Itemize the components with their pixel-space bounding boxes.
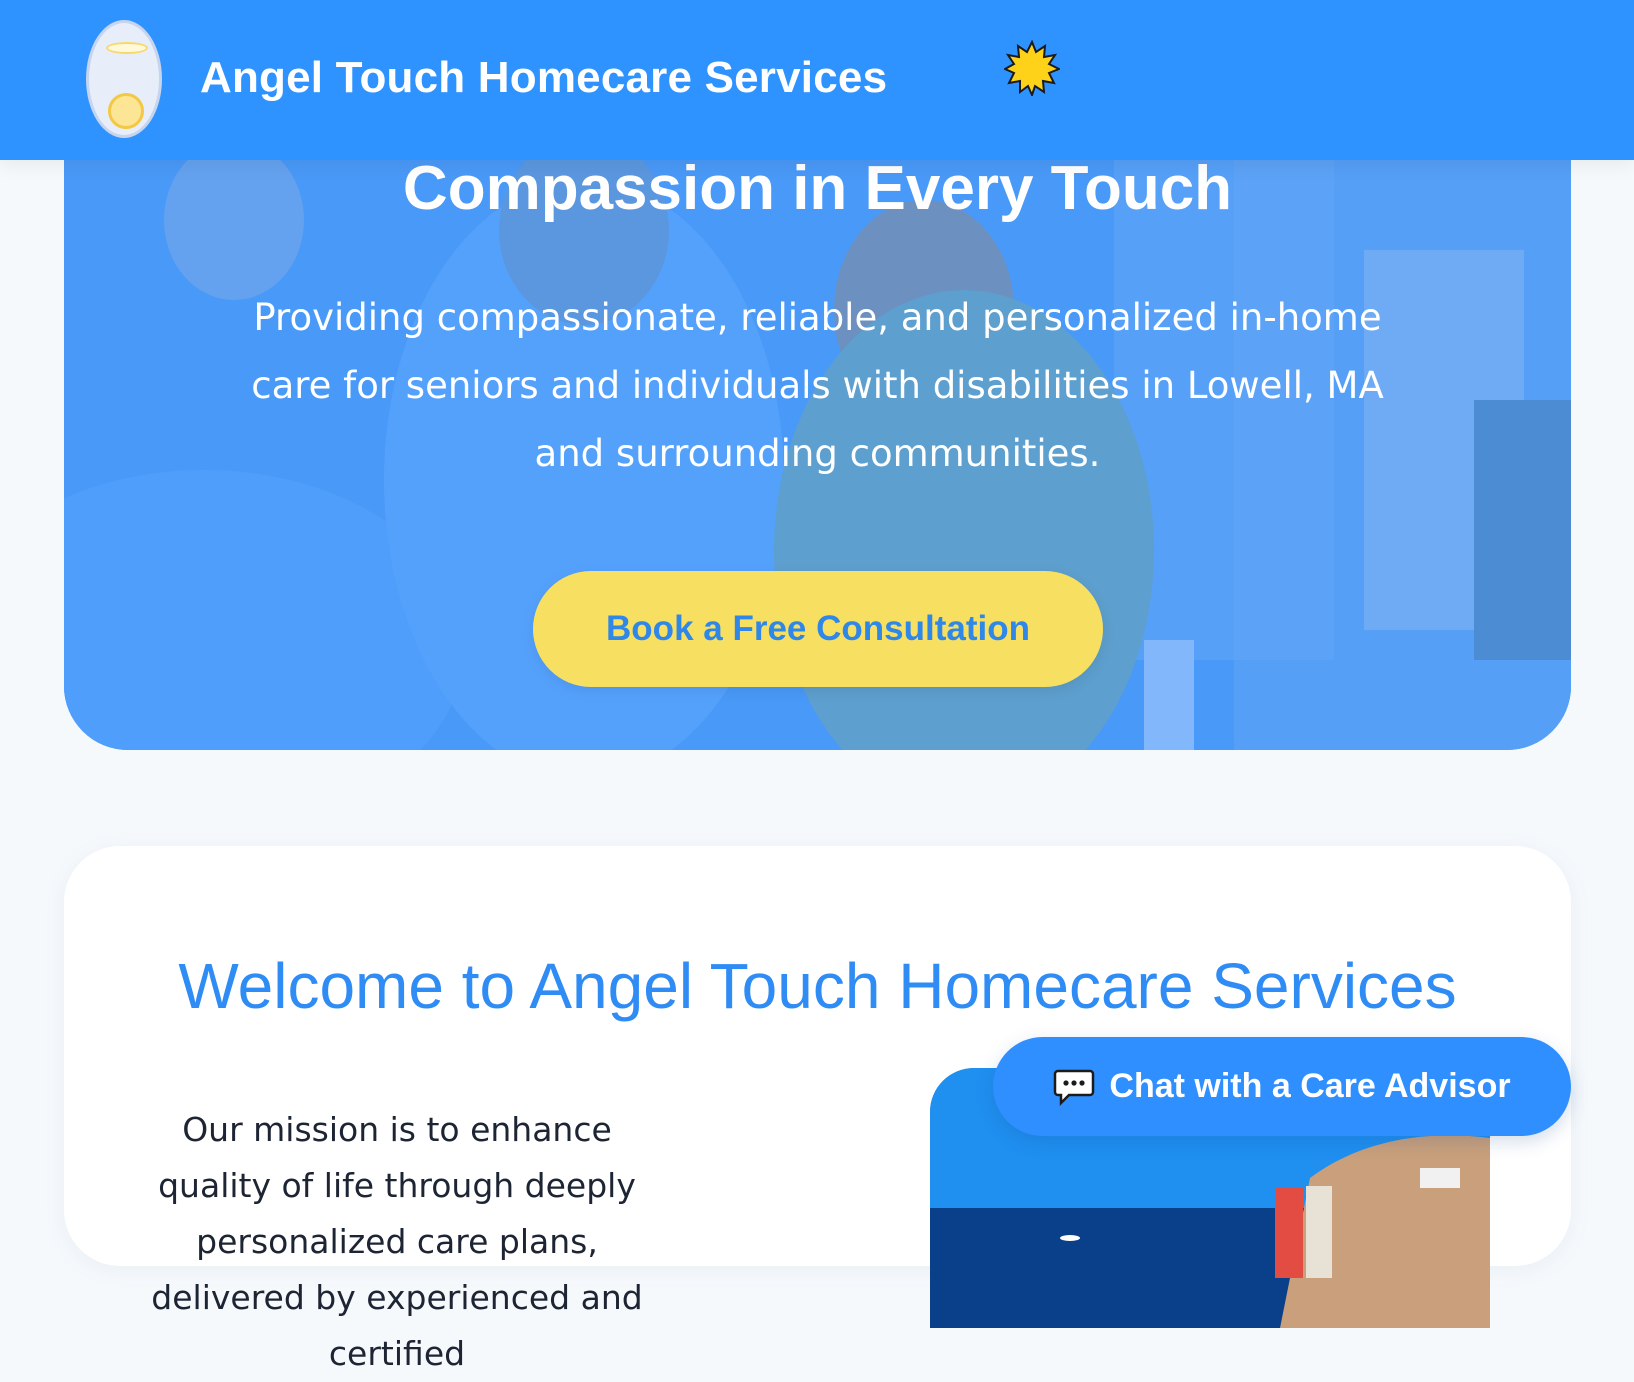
chat-with-advisor-button[interactable]: Chat with a Care Advisor: [993, 1037, 1571, 1136]
chat-button-label: Chat with a Care Advisor: [1109, 1067, 1511, 1105]
angel-logo-icon[interactable]: [86, 20, 162, 138]
brand-title[interactable]: Angel Touch Homecare Services: [200, 48, 887, 108]
mission-text: Our mission is to enhance quality of lif…: [151, 1110, 643, 1373]
hero-section: Compassion in Every Touch Providing comp…: [64, 100, 1571, 750]
book-consultation-button[interactable]: Book a Free Consultation: [533, 571, 1103, 687]
chat-bubble-icon: [1054, 1069, 1095, 1106]
welcome-heading: Welcome to Angel Touch Homecare Services: [178, 950, 1457, 1022]
halo-shape: [106, 42, 148, 54]
hero-heading: Compassion in Every Touch: [402, 154, 1233, 223]
hero-description: Providing compassionate, reliable, and p…: [251, 296, 1384, 475]
sun-icon: [1004, 40, 1060, 96]
logo-dot: [108, 93, 144, 129]
site-header: Angel Touch Homecare Services: [0, 0, 1634, 160]
